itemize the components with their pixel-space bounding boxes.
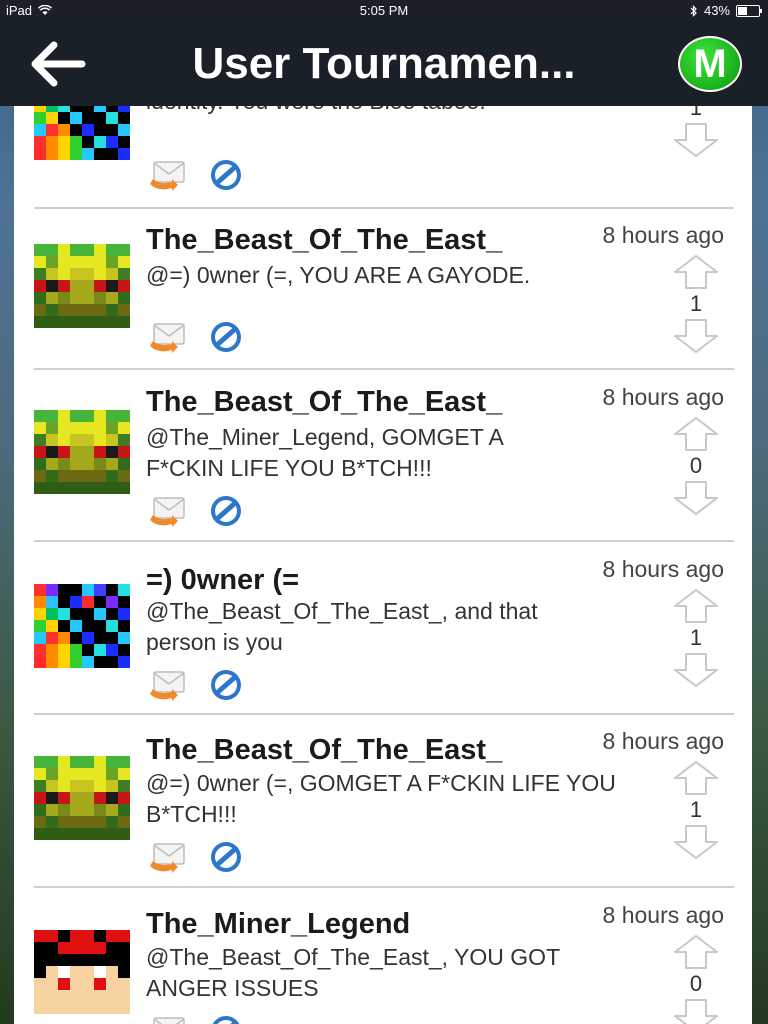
status-right: 43% <box>690 3 762 18</box>
comment-time: 8 hours ago <box>602 556 724 582</box>
comment-text: @=) 0wner (=, GOMGET A F*CKIN LIFE YOU B… <box>146 770 616 827</box>
block-icon-glyph <box>211 322 241 352</box>
block-icon[interactable] <box>206 494 246 528</box>
block-icon[interactable] <box>206 1014 246 1024</box>
vote-count: 0 <box>689 971 703 996</box>
envelope-reply-icon <box>150 323 185 353</box>
comment-text: @The_Miner_Legend, GOMGET A F*CKIN LIFE … <box>146 424 503 481</box>
reply-icon[interactable] <box>148 1016 186 1024</box>
vote-count: 0 <box>689 453 703 478</box>
divider <box>34 207 734 209</box>
vote-control: 1 <box>672 106 720 158</box>
divider <box>34 540 734 542</box>
comment-text: identity. You were the Bloo taboo. <box>146 106 636 117</box>
block-icon-glyph <box>211 496 241 526</box>
comment-time: 8 hours ago <box>602 384 724 410</box>
battery-percent: 43% <box>703 3 730 18</box>
downvote-icon[interactable] <box>673 652 719 688</box>
envelope-reply-icon <box>150 671 185 701</box>
comment-author[interactable]: The_Beast_Of_The_East_ <box>146 386 502 419</box>
battery-level-fill <box>738 6 747 15</box>
comment-item: =) 0wner (= 8 hours ago @The_Beast_Of_Th… <box>34 552 734 712</box>
upvote-icon[interactable] <box>673 588 719 624</box>
status-time: 5:05 PM <box>359 3 409 18</box>
vote-count: 1 <box>689 625 703 650</box>
upvote-icon[interactable] <box>673 416 719 452</box>
block-icon-glyph <box>211 670 241 700</box>
avatar[interactable] <box>34 244 130 328</box>
envelope-reply-icon <box>150 497 185 527</box>
downvote-icon[interactable] <box>673 318 719 354</box>
battery-icon <box>736 4 762 17</box>
arrow-left-icon <box>31 41 86 87</box>
comment-item: The_Beast_Of_The_East_ 8 hours ago @=) 0… <box>34 724 734 884</box>
comment-text: @=) 0wner (=, YOU ARE A GAYODE. <box>146 262 531 288</box>
vote-count: 1 <box>689 797 703 822</box>
comment-item: The_Beast_Of_The_East_ 8 hours ago @=) 0… <box>34 218 734 376</box>
envelope-reply-icon <box>150 161 185 191</box>
vote-count: 1 <box>689 106 703 120</box>
vote-control: 0 <box>672 416 720 516</box>
status-bar: iPad 5:05 PM 43% <box>0 0 768 22</box>
avatar[interactable] <box>34 106 130 160</box>
block-icon-glyph <box>211 842 241 872</box>
comment-time: 8 hours ago <box>602 902 724 928</box>
avatar[interactable] <box>34 410 130 494</box>
block-icon[interactable] <box>206 840 246 874</box>
vote-control: 1 <box>672 254 720 354</box>
block-icon[interactable] <box>206 320 246 354</box>
downvote-icon[interactable] <box>673 480 719 516</box>
upvote-icon[interactable] <box>673 934 719 970</box>
vote-control: 0 <box>672 934 720 1024</box>
comment-item: The_Miner_Legend 8 hours ago @The_Beast_… <box>34 898 734 1024</box>
bluetooth-icon <box>690 4 697 17</box>
downvote-icon[interactable] <box>673 998 719 1024</box>
divider <box>34 368 734 370</box>
block-icon-glyph <box>211 160 241 190</box>
comment-list[interactable]: identity. You were the Bloo taboo. 1 The… <box>14 106 752 1024</box>
comment-author[interactable]: The_Miner_Legend <box>146 908 410 941</box>
envelope-reply-icon <box>153 1017 185 1024</box>
downvote-icon[interactable] <box>673 122 719 158</box>
avatar[interactable] <box>34 756 130 840</box>
vote-control: 1 <box>672 588 720 688</box>
divider <box>34 713 734 715</box>
comment-text: @The_Beast_Of_The_East_, and that person… <box>146 598 538 655</box>
vote-control: 1 <box>672 760 720 860</box>
avatar[interactable] <box>34 584 130 668</box>
comment-author[interactable]: The_Beast_Of_The_East_ <box>146 734 502 767</box>
downvote-icon[interactable] <box>673 824 719 860</box>
page-title: User Tournamen... <box>192 39 576 88</box>
divider <box>34 886 734 888</box>
menu-logo-button[interactable]: M <box>678 36 742 92</box>
envelope-reply-icon <box>150 843 185 873</box>
reply-icon[interactable] <box>148 842 186 874</box>
comment-author[interactable]: =) 0wner (= <box>146 564 299 597</box>
block-icon[interactable] <box>206 158 246 192</box>
upvote-icon[interactable] <box>673 254 719 290</box>
comment-time: 8 hours ago <box>602 728 724 754</box>
block-icon[interactable] <box>206 668 246 702</box>
comment-author[interactable]: The_Beast_Of_The_East_ <box>146 224 502 257</box>
comment-item: identity. You were the Bloo taboo. 1 <box>34 106 734 206</box>
navigation-bar: User Tournamen... M <box>0 22 768 106</box>
reply-icon[interactable] <box>148 496 186 528</box>
back-button[interactable] <box>28 40 86 88</box>
comment-item: The_Beast_Of_The_East_ 8 hours ago @The_… <box>34 380 734 540</box>
block-icon-glyph <box>212 1016 240 1024</box>
upvote-icon[interactable] <box>673 760 719 796</box>
reply-icon[interactable] <box>148 160 186 192</box>
vote-count: 1 <box>689 291 703 316</box>
avatar[interactable] <box>34 930 130 1014</box>
reply-icon[interactable] <box>148 322 186 354</box>
comment-time: 8 hours ago <box>602 222 724 248</box>
comment-text: @The_Beast_Of_The_East_, YOU GOT ANGER I… <box>146 944 560 1001</box>
reply-icon[interactable] <box>148 670 186 702</box>
